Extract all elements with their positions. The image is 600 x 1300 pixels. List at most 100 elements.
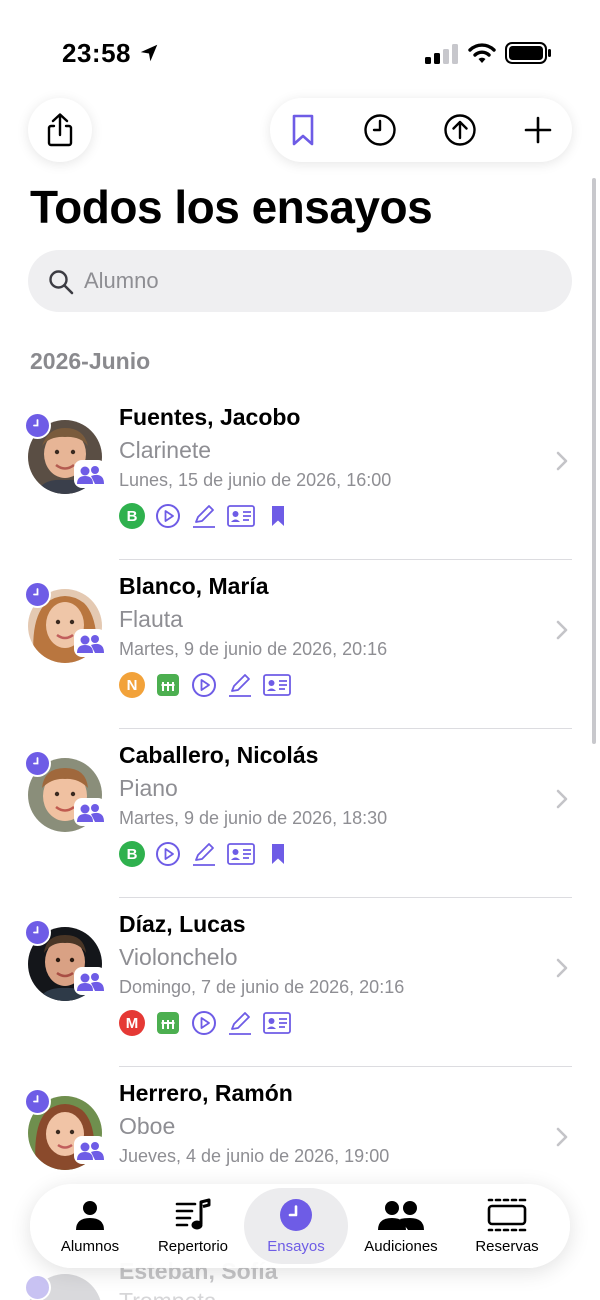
share-icon — [47, 113, 73, 147]
student-name: Díaz, Lucas — [119, 911, 246, 937]
upload-button[interactable] — [440, 110, 480, 150]
play-icon[interactable] — [155, 841, 181, 867]
wifi-icon — [468, 43, 496, 63]
clock-badge-icon — [24, 412, 51, 439]
avatar-container — [24, 750, 108, 834]
arrow-up-circle-icon — [444, 114, 476, 146]
avatar-container — [24, 412, 108, 496]
status-time: 23:58 — [62, 38, 131, 68]
group-badge-icon — [74, 798, 106, 826]
reservations-icon — [486, 1196, 528, 1234]
list-item[interactable]: Díaz, Lucas Violonchelo Domingo, 7 de ju… — [0, 899, 600, 1067]
chevron-right-icon — [556, 620, 568, 640]
clock-icon — [279, 1196, 313, 1234]
tab-label: Ensayos — [267, 1238, 325, 1255]
plus-icon — [524, 116, 552, 144]
battery-icon — [505, 42, 551, 64]
tab-repertorio[interactable]: Repertorio — [142, 1184, 244, 1268]
clock-badge-icon — [24, 581, 51, 608]
student-name: Herrero, Ramón — [119, 1080, 293, 1106]
clock-badge-icon — [24, 1088, 51, 1115]
status-bar: 23:58 — [0, 0, 600, 100]
pencil-icon[interactable] — [227, 672, 253, 698]
clock-badge-icon — [24, 750, 51, 777]
clock-badge-icon — [24, 919, 51, 946]
page-title: Todos los ensayos — [30, 181, 433, 233]
search-bar[interactable] — [28, 250, 572, 312]
id-card-icon[interactable] — [227, 841, 255, 867]
score-icon[interactable] — [155, 672, 181, 698]
student-name: Caballero, Nicolás — [119, 742, 319, 768]
search-icon — [49, 270, 74, 295]
row-divider — [119, 559, 572, 560]
score-icon[interactable] — [155, 1010, 181, 1036]
rehearsal-date: Martes, 9 de junio de 2026, 20:16 — [119, 639, 388, 659]
instrument-label: Oboe — [119, 1113, 176, 1139]
rehearsal-date: Lunes, 15 de junio de 2026, 16:00 — [119, 470, 392, 490]
avatar-container — [24, 919, 108, 1003]
tab-alumnos[interactable]: Alumnos — [40, 1184, 140, 1268]
list-item[interactable]: Fuentes, Jacobo Clarinete Lunes, 15 de j… — [0, 392, 600, 560]
student-name: Fuentes, Jacobo — [119, 404, 301, 430]
level-badge: B — [119, 503, 145, 529]
bookmark-icon[interactable] — [265, 503, 291, 529]
play-icon[interactable] — [191, 672, 217, 698]
history-button[interactable] — [360, 110, 400, 150]
bookmark-icon — [292, 114, 314, 146]
row-divider — [119, 728, 572, 729]
play-icon[interactable] — [191, 1010, 217, 1036]
level-badge: M — [119, 1010, 145, 1036]
id-card-icon[interactable] — [263, 672, 291, 698]
rehearsal-date: Jueves, 4 de junio de 2026, 19:00 — [119, 1146, 390, 1166]
instrument-label: Trompeta — [119, 1288, 217, 1300]
person-icon — [75, 1196, 105, 1234]
toolbar — [270, 98, 572, 162]
tab-ensayos[interactable]: Ensayos — [244, 1188, 348, 1264]
avatar-container — [24, 1088, 108, 1172]
bookmark-icon[interactable] — [265, 841, 291, 867]
pencil-icon[interactable] — [227, 1010, 253, 1036]
clock-badge-icon — [24, 1274, 51, 1300]
cellular-signal-icon — [425, 44, 458, 64]
row-icons: B — [119, 840, 291, 868]
add-button[interactable] — [518, 110, 558, 150]
pencil-icon[interactable] — [191, 841, 217, 867]
row-icons: B — [119, 502, 291, 530]
clock-icon — [364, 114, 396, 146]
instrument-label: Clarinete — [119, 437, 212, 463]
play-icon[interactable] — [155, 503, 181, 529]
row-icons: N — [119, 671, 291, 699]
level-badge: N — [119, 672, 145, 698]
list-item[interactable]: Blanco, María Flauta Martes, 9 de junio … — [0, 561, 600, 729]
tab-reservas[interactable]: Reservas — [454, 1184, 560, 1268]
level-badge: B — [119, 841, 145, 867]
group-badge-icon — [74, 629, 106, 657]
group-badge-icon — [74, 1136, 106, 1164]
avatar-container — [24, 581, 108, 665]
tab-label: Reservas — [475, 1238, 539, 1255]
tab-audiciones[interactable]: Audiciones — [352, 1184, 450, 1268]
section-header: 2026-Junio — [30, 348, 151, 374]
share-button[interactable] — [28, 98, 92, 162]
instrument-label: Violonchelo — [119, 944, 238, 970]
chevron-right-icon — [556, 1127, 568, 1147]
tab-label: Repertorio — [157, 1238, 229, 1255]
chevron-right-icon — [556, 789, 568, 809]
pencil-icon[interactable] — [191, 503, 217, 529]
student-name: Blanco, María — [119, 573, 269, 599]
id-card-icon[interactable] — [227, 503, 255, 529]
group-badge-icon — [74, 967, 106, 995]
chevron-right-icon — [556, 958, 568, 978]
rehearsal-date: Martes, 9 de junio de 2026, 18:30 — [119, 808, 388, 828]
list-item[interactable]: Caballero, Nicolás Piano Martes, 9 de ju… — [0, 730, 600, 898]
row-divider — [119, 897, 572, 898]
search-input[interactable] — [84, 260, 554, 302]
bookmark-filter-button[interactable] — [283, 110, 323, 150]
location-arrow-icon — [140, 44, 158, 62]
rehearsal-date: Domingo, 7 de junio de 2026, 20:16 — [119, 977, 405, 997]
people-icon — [378, 1196, 424, 1234]
id-card-icon[interactable] — [263, 1010, 291, 1036]
instrument-label: Flauta — [119, 606, 183, 632]
music-list-icon — [175, 1196, 211, 1234]
instrument-label: Piano — [119, 775, 178, 801]
